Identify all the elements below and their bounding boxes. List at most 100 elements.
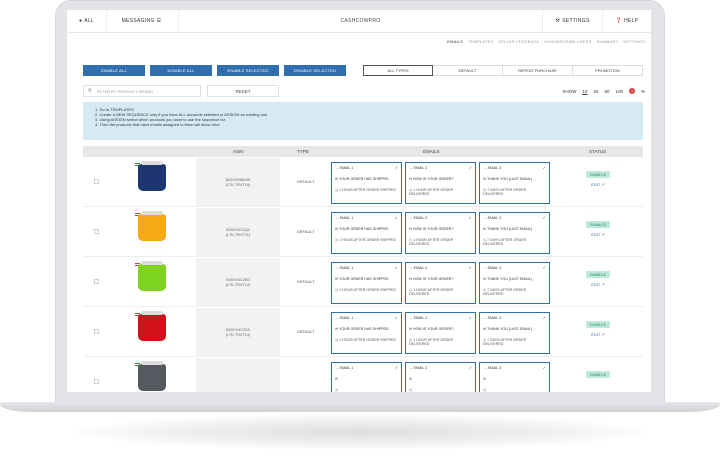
email-timing: 7 DAYS AFTER ORDER DELIVERED	[483, 337, 527, 347]
subnav-emails[interactable]: EMAILS	[447, 39, 463, 44]
subnav-templates[interactable]: TEMPLATES	[468, 39, 493, 44]
show-option-10[interactable]: 10	[582, 89, 587, 94]
all-label: ALL	[84, 18, 95, 24]
edit-link[interactable]: EDIT ↗	[591, 232, 605, 237]
row-checkbox[interactable]	[94, 379, 99, 384]
email-timing: 1 HOUR AFTER ORDER SHIPPED	[339, 237, 397, 242]
help-button[interactable]: ❓ HELP	[603, 10, 651, 33]
user-icon: ●	[78, 18, 83, 24]
status-cell: ENABLED	[581, 371, 615, 382]
email-subject: YOUR ORDER HAS SHIPPED	[338, 177, 389, 182]
email-card[interactable]: → EMAIL 3 ✓ ✉ THANK YOU (LAST EMAIL) ◷ 7 DA…	[479, 312, 550, 354]
email-title: EMAIL 2	[413, 166, 428, 170]
email-card[interactable]: → EMAIL 2 ✓ ✉ HOW IS YOUR ORDER? ◷ 1 HOUR A…	[405, 162, 476, 204]
tab-all-types[interactable]: ALL TYPES	[363, 65, 433, 76]
email-card[interactable]: → EMAIL 1 ✓ ✉ YOUR ORDER HAS SHIPPED ◷ 1 HO…	[331, 162, 402, 204]
email-card[interactable]: → EMAIL 3 ✓ ✉ ◷	[479, 362, 550, 392]
email-title: EMAIL 3	[487, 316, 502, 320]
row-checkbox[interactable]	[94, 279, 99, 284]
email-card[interactable]: → EMAIL 2 ✓ ✉ ◷	[405, 362, 476, 392]
reset-button[interactable]: RESET	[207, 85, 279, 97]
sub-navigation: EMAILS TEMPLATES SELLER FEEDBACK UNSUBSC…	[447, 39, 645, 44]
help-circle-icon[interactable]: ?	[628, 88, 635, 94]
table-row: B00XXMBAK8 (LTK-TRVT18) DEFAULT → EMAIL 1 ✓ ✉…	[83, 158, 643, 207]
percent-icon[interactable]: %	[641, 89, 645, 94]
type-cell: DEFAULT	[297, 229, 315, 234]
edit-link[interactable]: EDIT ↗	[591, 282, 605, 287]
row-checkbox[interactable]	[94, 329, 99, 334]
email-card[interactable]: → EMAIL 1 ✓ ✉ ◷	[331, 362, 402, 392]
check-icon: ✓	[468, 365, 472, 370]
email-card[interactable]: → EMAIL 1 ✓ ✉ YOUR ORDER HAS SHIPPED ◷ 1 HO…	[331, 262, 402, 304]
email-title: EMAIL 1	[339, 216, 354, 220]
status-cell: ENABLED EDIT ↗	[581, 321, 615, 337]
asin-sku: (LTK-TRVT12)	[225, 282, 251, 287]
show-option-25[interactable]: 25	[593, 89, 598, 94]
tab-repeat-purchase[interactable]: REPEAT PURCHASE	[503, 65, 573, 76]
table-row: B00XX4C2B0 (LTK-TRVT12) DEFAULT → EMAIL 1 ✓ ✉…	[83, 258, 643, 307]
asin-cell: B00XXMBAK8 (LTK-TRVT18)	[196, 158, 280, 207]
envelope-icon: ✉	[335, 377, 339, 382]
product-image	[138, 211, 166, 241]
settings-button[interactable]: ⚒ SETTINGS	[543, 10, 603, 33]
edit-link[interactable]: EDIT ↗	[591, 332, 605, 337]
check-icon: ✓	[542, 215, 546, 220]
external-link-icon: ↗	[600, 332, 605, 337]
asin-sku: (LTK-TRVT14)	[225, 332, 251, 337]
subnav-settings[interactable]: SETTINGS	[623, 39, 645, 44]
check-icon: ✓	[468, 315, 472, 320]
status-badge: ENABLED	[585, 271, 611, 278]
product-image	[138, 161, 166, 191]
all-accounts-button[interactable]: ● ALL	[67, 10, 107, 33]
show-option-100[interactable]: 100	[615, 89, 623, 94]
email-card[interactable]: → EMAIL 3 ✓ ✉ THANK YOU (LAST EMAIL) ◷ 7 DA…	[479, 212, 550, 254]
product-image	[138, 361, 166, 391]
enable-selected-button[interactable]: ENABLE SELECTED	[217, 65, 279, 76]
edit-link[interactable]: EDIT ↗	[591, 182, 605, 187]
email-card[interactable]: → EMAIL 2 ✓ ✉ HOW IS YOUR ORDER? ◷ 1 HOUR A…	[405, 212, 476, 254]
external-link-icon: ↗	[600, 282, 605, 287]
product-image	[138, 261, 166, 291]
check-icon: ✓	[394, 265, 398, 270]
email-card[interactable]: → EMAIL 1 ✓ ✉ YOUR ORDER HAS SHIPPED ◷ 1 HO…	[331, 312, 402, 354]
laptop-mockup: ● ALL MESSAGING ☰ CASHCOWPRO ⚒ SETTINGS …	[0, 0, 720, 474]
email-subject: YOUR ORDER HAS SHIPPED	[338, 277, 389, 282]
check-icon: ✓	[468, 265, 472, 270]
row-checkbox[interactable]	[94, 179, 99, 184]
email-card[interactable]: → EMAIL 3 ✓ ✉ THANK YOU (LAST EMAIL) ◷ 7 DA…	[479, 262, 550, 304]
subnav-unsubscribe-users[interactable]: UNSUBSCRIBE USERS	[544, 39, 591, 44]
email-title: EMAIL 1	[339, 266, 354, 270]
email-card[interactable]: → EMAIL 2 ✓ ✉ HOW IS YOUR ORDER? ◷ 1 HOUR A…	[405, 262, 476, 304]
asin-cell: B00XX4C2B0 (LTK-TRVT12)	[196, 258, 280, 307]
asin-sku: (LTK-TRVT18)	[225, 182, 251, 187]
product-image	[138, 311, 166, 341]
disable-all-button[interactable]: DISABLE ALL	[150, 65, 212, 76]
type-cell: DEFAULT	[297, 329, 315, 334]
laptop-shadow	[70, 414, 650, 450]
subnav-seller-feedback[interactable]: SELLER FEEDBACK	[498, 39, 539, 44]
row-checkbox[interactable]	[94, 229, 99, 234]
disable-selected-button[interactable]: DISABLE SELECTED	[284, 65, 346, 76]
email-card[interactable]: → EMAIL 3 ✓ ✉ THANK YOU (LAST EMAIL) ◷ 7 DA…	[479, 162, 550, 204]
status-cell: ENABLED EDIT ↗	[581, 171, 615, 187]
email-card[interactable]: → EMAIL 1 ✓ ✉ YOUR ORDER HAS SHIPPED ◷ 1 HO…	[331, 212, 402, 254]
show-option-50[interactable]: 50	[604, 89, 609, 94]
email-subject: THANK YOU (LAST EMAIL)	[486, 327, 532, 332]
instruction-line: 4. Then the products that have emails as…	[95, 122, 220, 127]
status-badge: ENABLED	[585, 221, 611, 228]
email-card[interactable]: → EMAIL 2 ✓ ✉ HOW IS YOUR ORDER? ◷ 1 HOUR A…	[405, 312, 476, 354]
email-timing: 7 DAYS AFTER ORDER DELIVERED	[483, 187, 527, 197]
table-row: B00XX4C2D3 (LTK-TRVT14) DEFAULT → EMAIL 1 ✓ ✉…	[83, 308, 643, 357]
asin-cell: B00XX4C2Q2 (LTK-TRVT11)	[196, 208, 280, 257]
status-badge: ENABLED	[585, 371, 611, 378]
type-filter-tabs: ALL TYPES DEFAULT REPEAT PURCHASE PROMOT…	[363, 65, 643, 76]
tab-default[interactable]: DEFAULT	[433, 65, 503, 76]
email-title: EMAIL 2	[413, 316, 428, 320]
enable-all-button[interactable]: ENABLE ALL	[83, 65, 145, 76]
header-status: STATUS	[589, 149, 607, 154]
subnav-summary[interactable]: SUMMARY	[597, 39, 619, 44]
messaging-menu[interactable]: MESSAGING ☰	[107, 10, 179, 33]
filter-input[interactable]: ⚲ FILTER BY PRODUCT, BRAND	[83, 85, 201, 97]
table-header: ASIN TYPE EMAILS STATUS	[83, 146, 643, 157]
tab-promotion[interactable]: PROMOTION	[573, 65, 643, 76]
